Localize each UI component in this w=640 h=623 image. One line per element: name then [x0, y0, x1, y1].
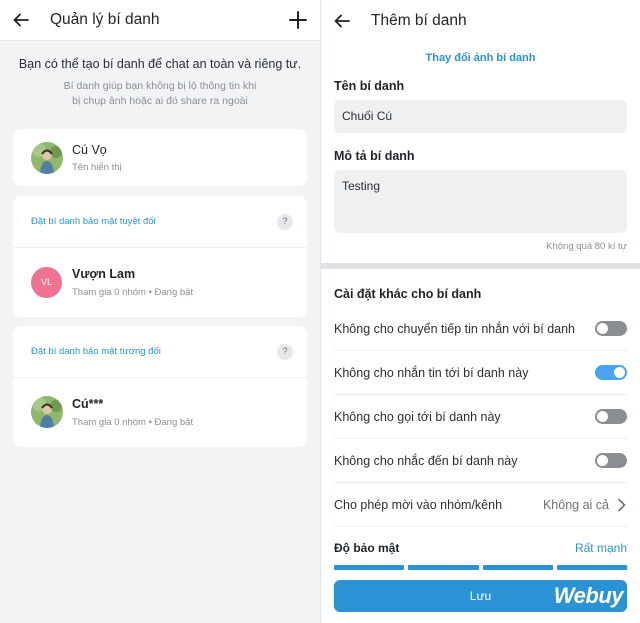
security-level-row: Độ bảo mật Rất mạnh: [334, 527, 627, 557]
section-divider: [321, 263, 640, 269]
alias-manager-panel: Quản lý bí danh Bạn có thể tạo bí danh đ…: [0, 0, 320, 623]
intro-text: Bạn có thể tạo bí danh để chat an toàn v…: [0, 41, 320, 109]
profile-caption: Tên hiển thị: [72, 161, 122, 173]
arrow-left-icon: [334, 14, 350, 27]
plus-icon: [289, 11, 307, 29]
absolute-alias-card: Đặt bí danh bảo mật tuyệt đối ? VL Vượn …: [13, 196, 307, 317]
strength-bar: [334, 565, 405, 570]
alias-meta: Tham gia 0 nhóm • Đang bật: [72, 416, 194, 428]
left-topbar: Quản lý bí danh: [0, 0, 320, 41]
setting-label: Không cho gọi tới bí danh này: [334, 409, 501, 424]
setting-label: Không cho nhắn tin tới bí danh này: [334, 365, 529, 380]
alias-description-label: Mô tả bí danh: [334, 149, 415, 163]
arrow-left-icon: [13, 13, 29, 27]
avatar-initials: VL: [31, 266, 62, 298]
block-mention-toggle[interactable]: [595, 453, 627, 468]
alias-name: Vượn Lam: [72, 266, 136, 281]
relative-alias-header: Đặt bí danh bảo mật tương đối ?: [13, 326, 307, 378]
absolute-alias-title: Đặt bí danh bảo mật tuyệt đối: [31, 216, 156, 227]
invite-value-select[interactable]: Không ai cả: [543, 498, 627, 512]
back-button[interactable]: [327, 6, 357, 36]
alias-item-vuon-lam[interactable]: VL Vượn Lam Tham gia 0 nhóm • Đang bật: [13, 248, 307, 316]
alias-name-input[interactable]: Chuối Cú: [334, 100, 627, 133]
setting-label: Không cho chuyển tiếp tin nhắn với bí da…: [334, 321, 576, 336]
alias-description-input[interactable]: Testing: [334, 170, 627, 233]
page-title: Thêm bí danh: [371, 11, 467, 29]
profile-name: Cú Vọ: [72, 142, 107, 157]
security-value: Rất mạnh: [574, 541, 627, 555]
security-label: Độ bảo mật: [334, 541, 400, 555]
setting-group-invite[interactable]: Cho phép mời vào nhóm/kênh Không ai cả: [334, 483, 627, 527]
relative-alias-card: Đặt bí danh bảo mật tương đối ? Cú*** Th…: [13, 326, 307, 447]
invite-label: Cho phép mời vào nhóm/kênh: [334, 497, 503, 512]
setting-block-message: Không cho nhắn tin tới bí danh này: [334, 351, 627, 395]
setting-block-forward: Không cho chuyển tiếp tin nhắn với bí da…: [334, 307, 627, 351]
strength-bar: [482, 565, 553, 570]
setting-block-call: Không cho gọi tới bí danh này: [334, 395, 627, 439]
chevron-right-icon: [618, 498, 626, 511]
alias-name: Cú***: [72, 396, 104, 411]
right-topbar: Thêm bí danh: [321, 0, 640, 41]
alias-name-label: Tên bí danh: [334, 79, 405, 93]
setting-block-mention: Không cho nhắc đến bí danh này: [334, 439, 627, 483]
alias-avatar: [31, 396, 63, 428]
relative-alias-title: Đặt bí danh bảo mật tương đối: [31, 346, 161, 357]
setting-label: Không cho nhắc đến bí danh này: [334, 453, 518, 468]
strength-bar: [408, 565, 479, 570]
block-message-toggle[interactable]: [595, 365, 627, 380]
watermark-logo: Webuy: [553, 583, 624, 608]
back-button[interactable]: [6, 5, 36, 35]
intro-main-text: Bạn có thể tạo bí danh để chat an toàn v…: [18, 57, 302, 71]
help-icon[interactable]: ?: [277, 343, 293, 360]
profile-avatar: [31, 141, 63, 174]
block-call-toggle[interactable]: [595, 409, 627, 424]
strength-bar: [556, 565, 627, 570]
profile-card[interactable]: Cú Vọ Tên hiển thị: [13, 129, 307, 186]
alias-meta: Tham gia 0 nhóm • Đang bật: [72, 286, 194, 298]
other-settings-title: Cài đặt khác cho bí danh: [334, 287, 482, 301]
intro-sub-text: Bí danh giúp bạn không bị lộ thông tin k…: [16, 79, 304, 109]
security-strength-meter: [334, 565, 627, 570]
add-alias-panel: Thêm bí danh Thay đổi ảnh bí danh Tên bí…: [320, 0, 640, 623]
char-limit-hint: Không quá 80 kí tự: [546, 241, 627, 252]
intro-sub-line-2: bị chụp ảnh hoặc ai đó share ra ngoài: [72, 95, 248, 107]
invite-value: Không ai cả: [542, 497, 609, 512]
absolute-alias-header: Đặt bí danh bảo mật tuyệt đối ?: [13, 196, 307, 248]
block-forward-toggle[interactable]: [595, 321, 627, 336]
alias-item-cu[interactable]: Cú*** Tham gia 0 nhóm • Đang bật: [13, 378, 307, 446]
change-alias-photo-link[interactable]: Thay đổi ảnh bí danh: [321, 52, 640, 64]
help-icon[interactable]: ?: [277, 213, 293, 230]
add-alias-button[interactable]: [284, 6, 312, 34]
page-title: Quản lý bí danh: [50, 11, 160, 28]
intro-sub-line-1: Bí danh giúp bạn không bị lộ thông tin k…: [63, 80, 257, 92]
